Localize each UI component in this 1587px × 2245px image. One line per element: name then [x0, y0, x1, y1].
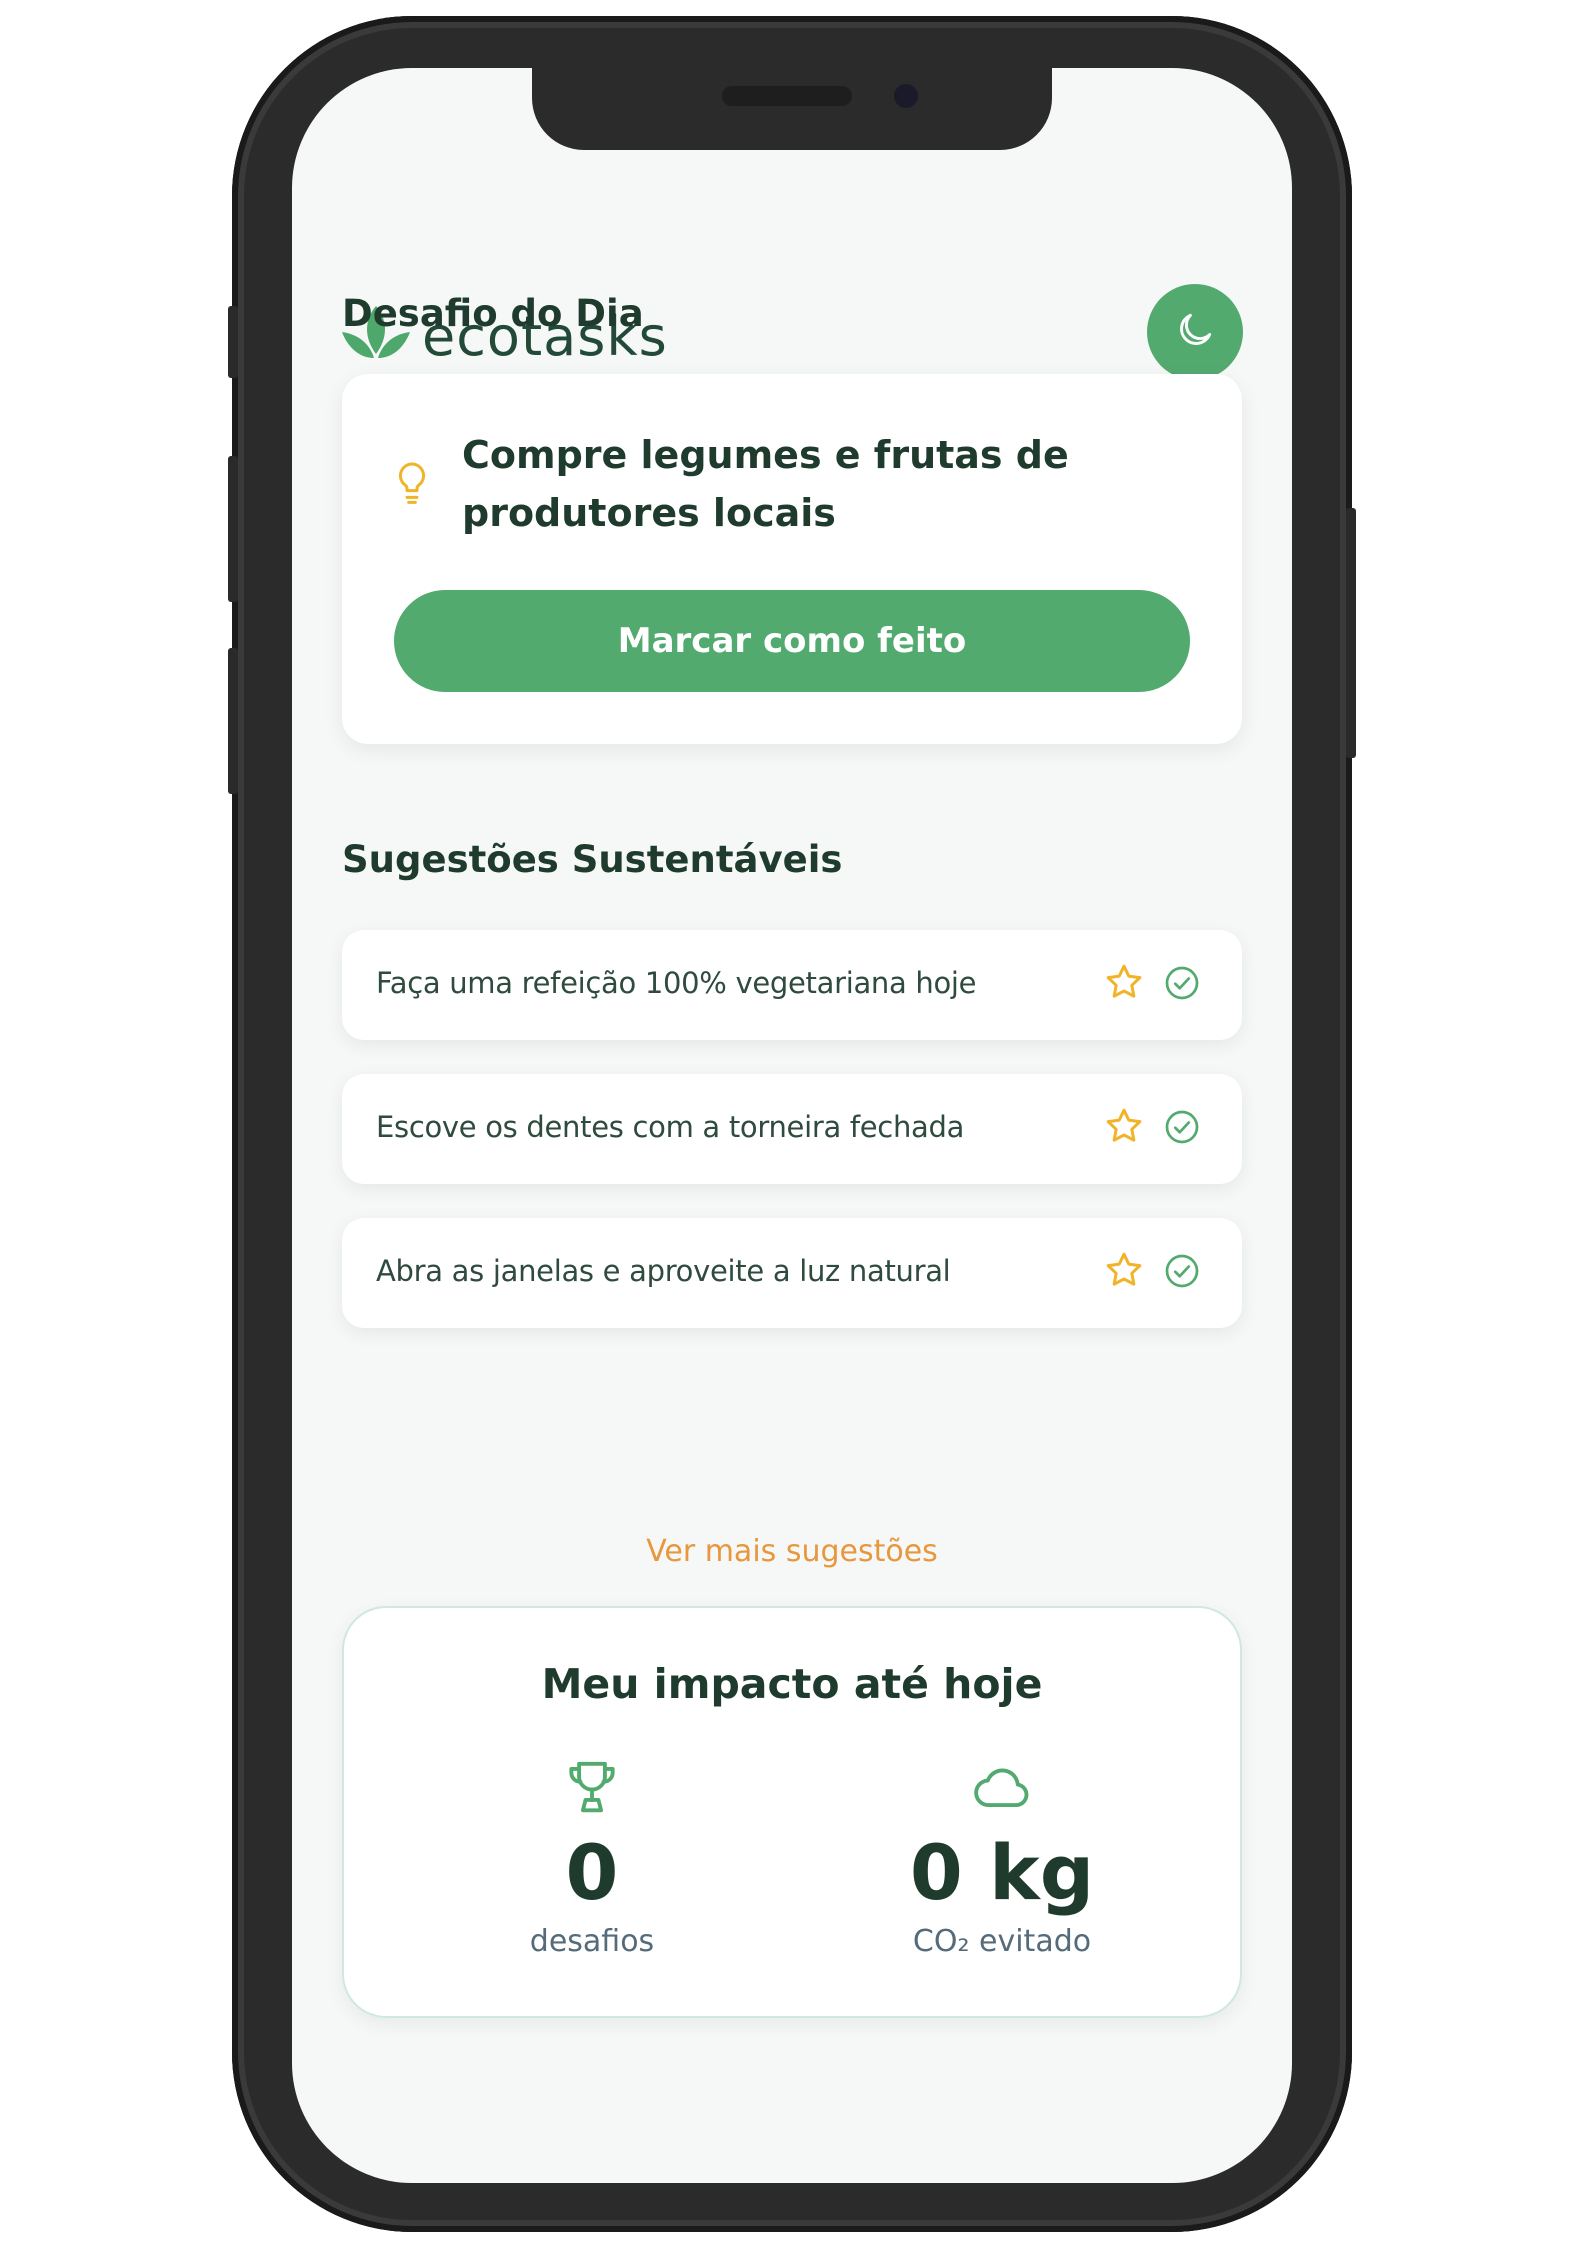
cloud-icon: [970, 1768, 1034, 1822]
star-icon[interactable]: [1104, 1250, 1144, 1294]
impact-card: Meu impacto até hoje 0 desafios 0 kg CO₂…: [342, 1606, 1242, 2018]
trophy-icon: [561, 1761, 623, 1822]
challenges-stat: 0 desafios: [442, 1756, 742, 1959]
more-suggestions-link[interactable]: Ver mais sugestões: [292, 1534, 1292, 1569]
suggestion-text: Abra as janelas e aproveite a luz natura…: [376, 1254, 951, 1288]
mark-done-button[interactable]: Marcar como feito: [394, 590, 1190, 692]
suggestions-heading: Sugestões Sustentáveis: [342, 838, 843, 881]
co2-amount: 0 kg: [909, 1828, 1095, 1917]
suggestion-item: Faça uma refeição 100% vegetariana hoje: [342, 930, 1242, 1040]
impact-title: Meu impacto até hoje: [541, 1660, 1043, 1708]
suggestion-text: Faça uma refeição 100% vegetariana hoje: [376, 966, 977, 1000]
suggestion-item: Escove os dentes com a torneira fechada: [342, 1074, 1242, 1184]
co2-label: CO₂ evitado: [912, 1924, 1092, 1959]
challenges-label: desafios: [529, 1924, 655, 1959]
co2-stat: 0 kg CO₂ evitado: [852, 1756, 1152, 1959]
check-circle-icon[interactable]: [1164, 1253, 1200, 1293]
challenges-count: 0: [565, 1828, 619, 1917]
daily-challenge-card: Compre legumes e frutas de produtores lo…: [342, 374, 1242, 744]
speaker-grille: [722, 86, 852, 106]
theme-toggle-button[interactable]: [1147, 284, 1243, 380]
moon-icon: [1173, 308, 1217, 356]
suggestion-item: Abra as janelas e aproveite a luz natura…: [342, 1218, 1242, 1328]
phone-mute-switch: [228, 306, 238, 378]
star-icon[interactable]: [1104, 1106, 1144, 1150]
check-circle-icon[interactable]: [1164, 1109, 1200, 1149]
app-screen: ecotasks Desafio do Dia Compre legumes e…: [292, 68, 1292, 2183]
phone-notch: [532, 68, 1052, 150]
phone-power-button: [1346, 508, 1356, 758]
phone-volume-down: [228, 648, 238, 794]
check-circle-icon[interactable]: [1164, 965, 1200, 1005]
daily-challenge-heading: Desafio do Dia: [342, 292, 644, 335]
challenge-text: Compre legumes e frutas de produtores lo…: [462, 433, 1069, 535]
front-camera: [894, 84, 918, 108]
suggestion-text: Escove os dentes com a torneira fechada: [376, 1110, 965, 1144]
phone-volume-up: [228, 456, 238, 602]
lightbulb-icon: [392, 460, 432, 512]
star-icon[interactable]: [1104, 962, 1144, 1006]
